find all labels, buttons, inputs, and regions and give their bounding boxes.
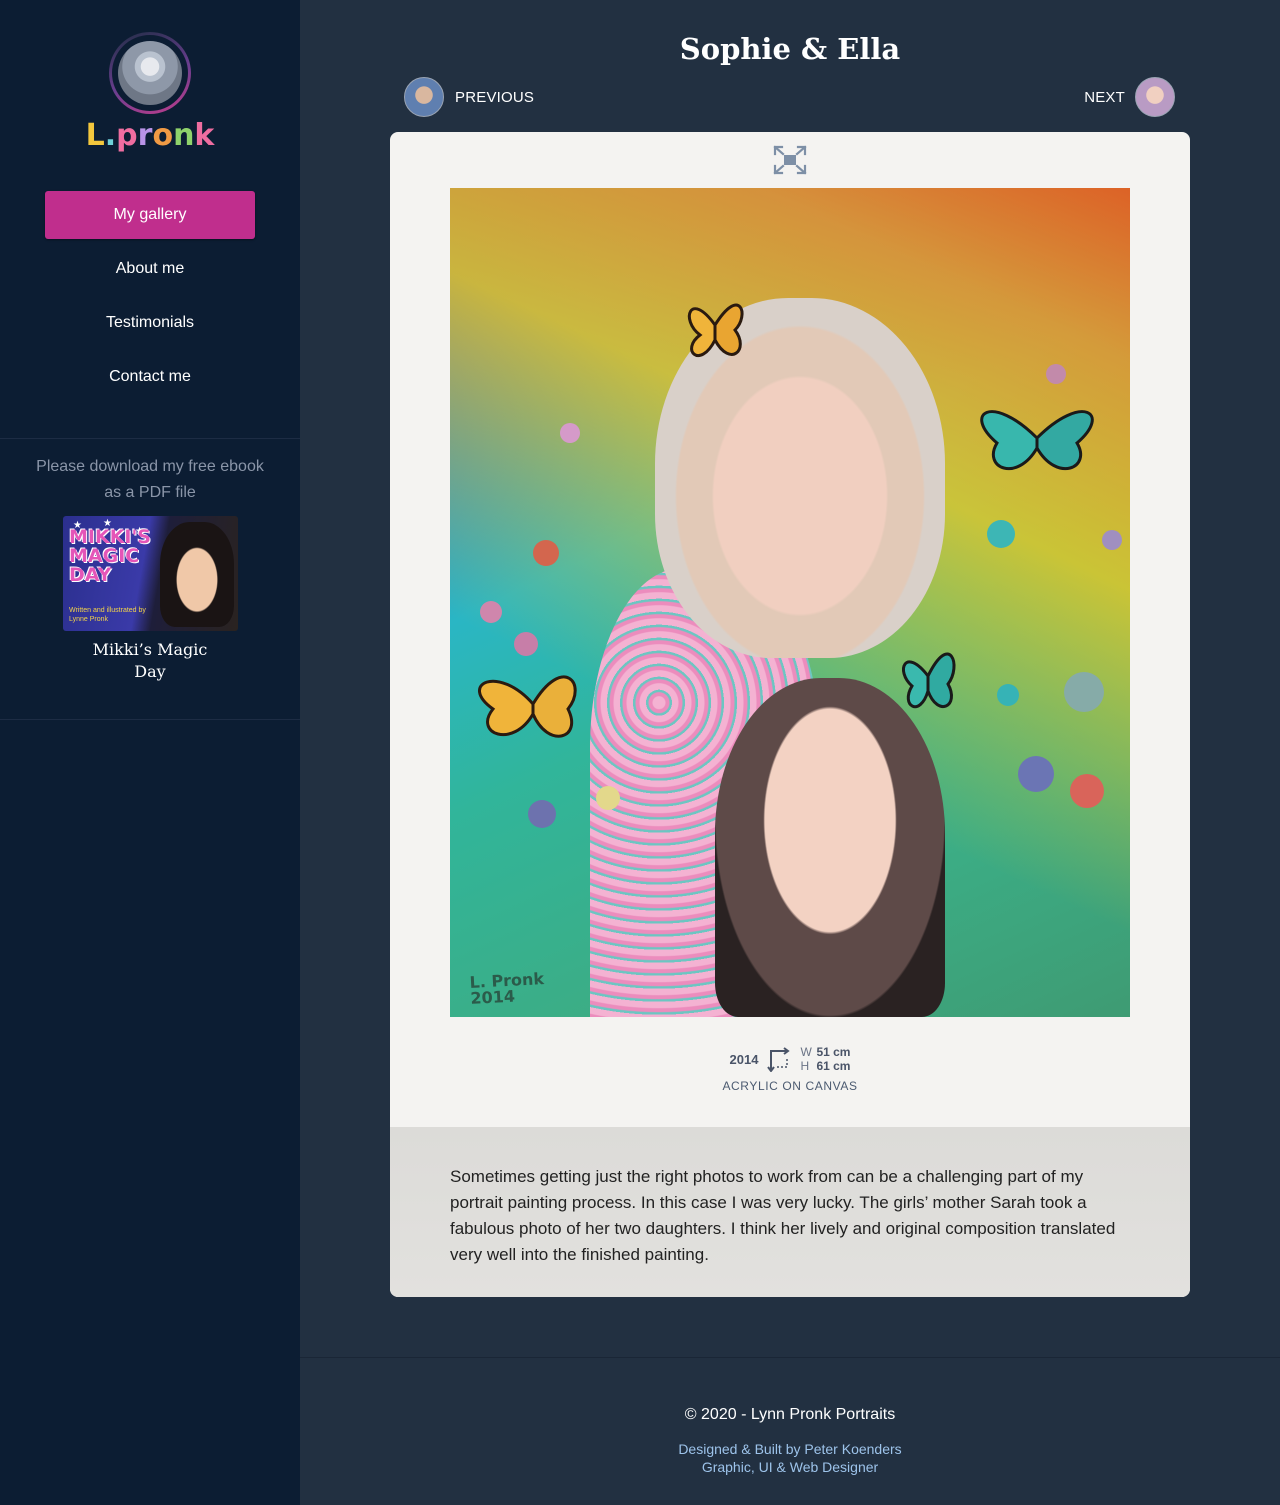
credit-line[interactable]: Designed & Built by Peter Koenders (300, 1440, 1280, 1458)
artwork-height: 61 cm (816, 1059, 851, 1073)
next-link[interactable]: NEXT (1084, 77, 1175, 117)
site-logo[interactable]: L.pronk (0, 118, 300, 153)
avatar[interactable] (109, 32, 191, 114)
previous-link[interactable]: PREVIOUS (404, 77, 534, 117)
sidebar-divider (0, 719, 300, 720)
width-key: W (800, 1045, 812, 1059)
nav-item-contact-me[interactable]: Contact me (45, 353, 255, 401)
designer-credit-link[interactable]: Designed & Built by Peter Koenders Graph… (300, 1440, 1280, 1476)
artwork-medium: ACRYLIC ON CANVAS (722, 1079, 858, 1093)
ebook-cover-subtitle: Written and illustrated by Lynne Pronk (69, 607, 146, 623)
logo-letter: . (104, 118, 117, 153)
nav-item-my-gallery[interactable]: My gallery (45, 191, 255, 239)
logo-letter: o (152, 118, 174, 153)
previous-label[interactable]: PREVIOUS (455, 89, 534, 106)
ebook-prompt: Please download my free ebook as a PDF f… (0, 454, 300, 506)
sidebar-divider (0, 438, 300, 439)
butterfly-illustration (478, 675, 577, 738)
butterfly-illustration (980, 410, 1094, 470)
artwork-width: 51 cm (816, 1045, 851, 1059)
artwork-card: L. Pronk 2014 2014 W 51 cm H 61 cm ACRYLIC … (390, 132, 1190, 1297)
ebook-cover-illustration (160, 522, 234, 627)
ebook-cover-title: MIKKI'S MAGIC DAY (69, 526, 151, 586)
artwork-year: 2014 (729, 1051, 759, 1067)
artwork-dimensions: W 51 cm H 61 cm (800, 1045, 850, 1073)
ebook-prompt-line: Please download my free ebook (36, 458, 264, 475)
height-key: H (800, 1059, 810, 1073)
fullscreen-icon[interactable] (773, 145, 807, 175)
logo-letter: k (194, 118, 215, 153)
butterfly-illustration (687, 303, 744, 358)
credit-line[interactable]: Graphic, UI & Web Designer (300, 1458, 1280, 1476)
ebook-cover[interactable]: ★ ★ ★ ★ MIKKI'S MAGIC DAY Written and il… (63, 516, 238, 631)
ebook-title-text[interactable]: Mikki’s Magic Day (85, 639, 215, 683)
next-thumbnail[interactable] (1135, 77, 1175, 117)
signature-year: 2014 (469, 986, 516, 1008)
footer-divider (300, 1357, 1280, 1358)
logo-letter: p (116, 118, 138, 153)
artwork-description: Sometimes getting just the right photos … (390, 1127, 1190, 1297)
dimensions-icon (767, 1047, 791, 1072)
artwork-details: 2014 W 51 cm H 61 cm ACRYLIC ON CANVAS (390, 1045, 1190, 1093)
ebook-title[interactable]: Mikki’s Magic Day (0, 639, 300, 683)
previous-thumbnail[interactable] (404, 77, 444, 117)
painting-signature: L. Pronk 2014 (469, 969, 545, 1008)
logo-letter: n (173, 118, 195, 153)
sidebar: L.pronk My gallery About me Testimonials… (0, 0, 300, 1505)
artwork-title: Sophie & Ella (679, 32, 901, 66)
nav-item-about-me[interactable]: About me (45, 245, 255, 293)
ebook-prompt-line: as a PDF file (104, 484, 196, 501)
nav-item-testimonials[interactable]: Testimonials (45, 299, 255, 347)
artwork-image[interactable]: L. Pronk 2014 (450, 188, 1130, 1017)
copyright: © 2020 - Lynn Pronk Portraits (684, 1406, 896, 1423)
butterfly-illustration (902, 652, 956, 709)
artist-photo (118, 41, 182, 105)
main-nav: My gallery About me Testimonials Contact… (45, 191, 255, 407)
logo-letter: r (137, 118, 153, 153)
next-label[interactable]: NEXT (1084, 89, 1125, 106)
logo-letter: L (85, 118, 105, 153)
